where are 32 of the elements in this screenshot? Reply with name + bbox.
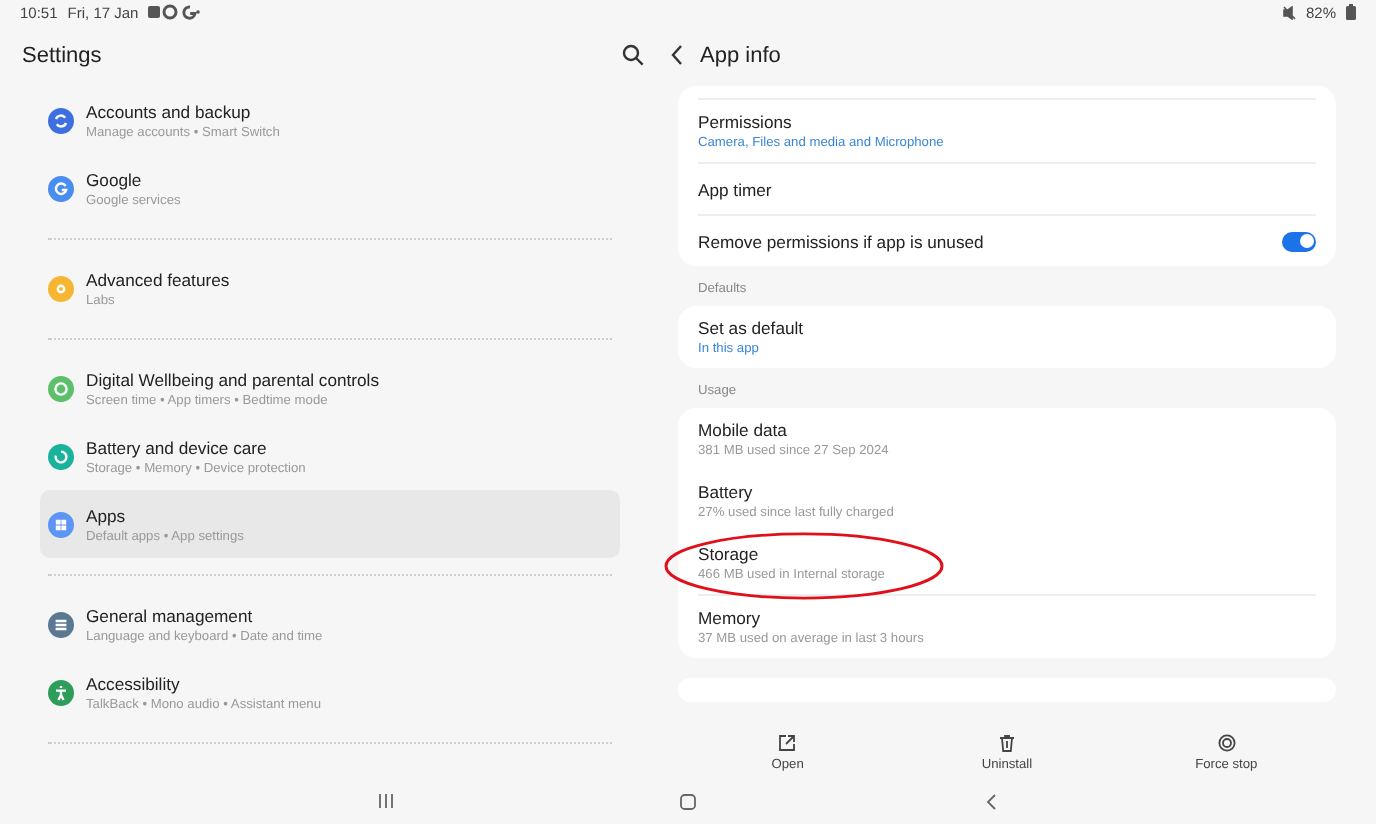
battery-icon — [1346, 4, 1356, 20]
action-icon — [1217, 733, 1236, 751]
toggle-switch[interactable] — [1282, 231, 1316, 251]
item-title: General management — [86, 605, 255, 625]
notification-icons — [148, 4, 201, 20]
home-icon[interactable] — [680, 794, 696, 810]
row-title: Storage — [698, 544, 761, 564]
item-title: Accounts and backup — [86, 101, 253, 121]
item-title: Google — [86, 169, 144, 189]
row-title: Set as default — [698, 318, 806, 338]
row-title: Mobile data — [698, 420, 789, 440]
item-title: Advanced features — [86, 269, 230, 289]
item-title: Battery and device care — [86, 437, 269, 457]
item-title: Apps — [86, 505, 128, 525]
info-row[interactable]: Remove permissions if app is unused — [698, 214, 1316, 266]
mute-icon — [1281, 5, 1296, 19]
row-title: Permissions — [698, 112, 794, 132]
row-title: App timer — [698, 179, 774, 199]
action-icon — [778, 733, 797, 751]
search-icon[interactable] — [622, 44, 644, 66]
row-title: Remove permissions if app is unused — [698, 231, 986, 251]
info-row[interactable]: App timer — [698, 162, 1316, 214]
back-icon[interactable] — [670, 44, 684, 66]
recents-icon[interactable] — [378, 794, 394, 808]
back-icon[interactable] — [986, 794, 996, 810]
action-icon — [997, 733, 1016, 751]
item-title: Accessibility — [86, 673, 182, 693]
item-title: Digital Wellbeing and parental controls — [86, 369, 379, 389]
app-info-title: App info — [700, 43, 781, 67]
settings-title: Settings — [22, 43, 102, 67]
row-title: Battery — [698, 482, 755, 502]
row-title: Memory — [698, 608, 763, 628]
